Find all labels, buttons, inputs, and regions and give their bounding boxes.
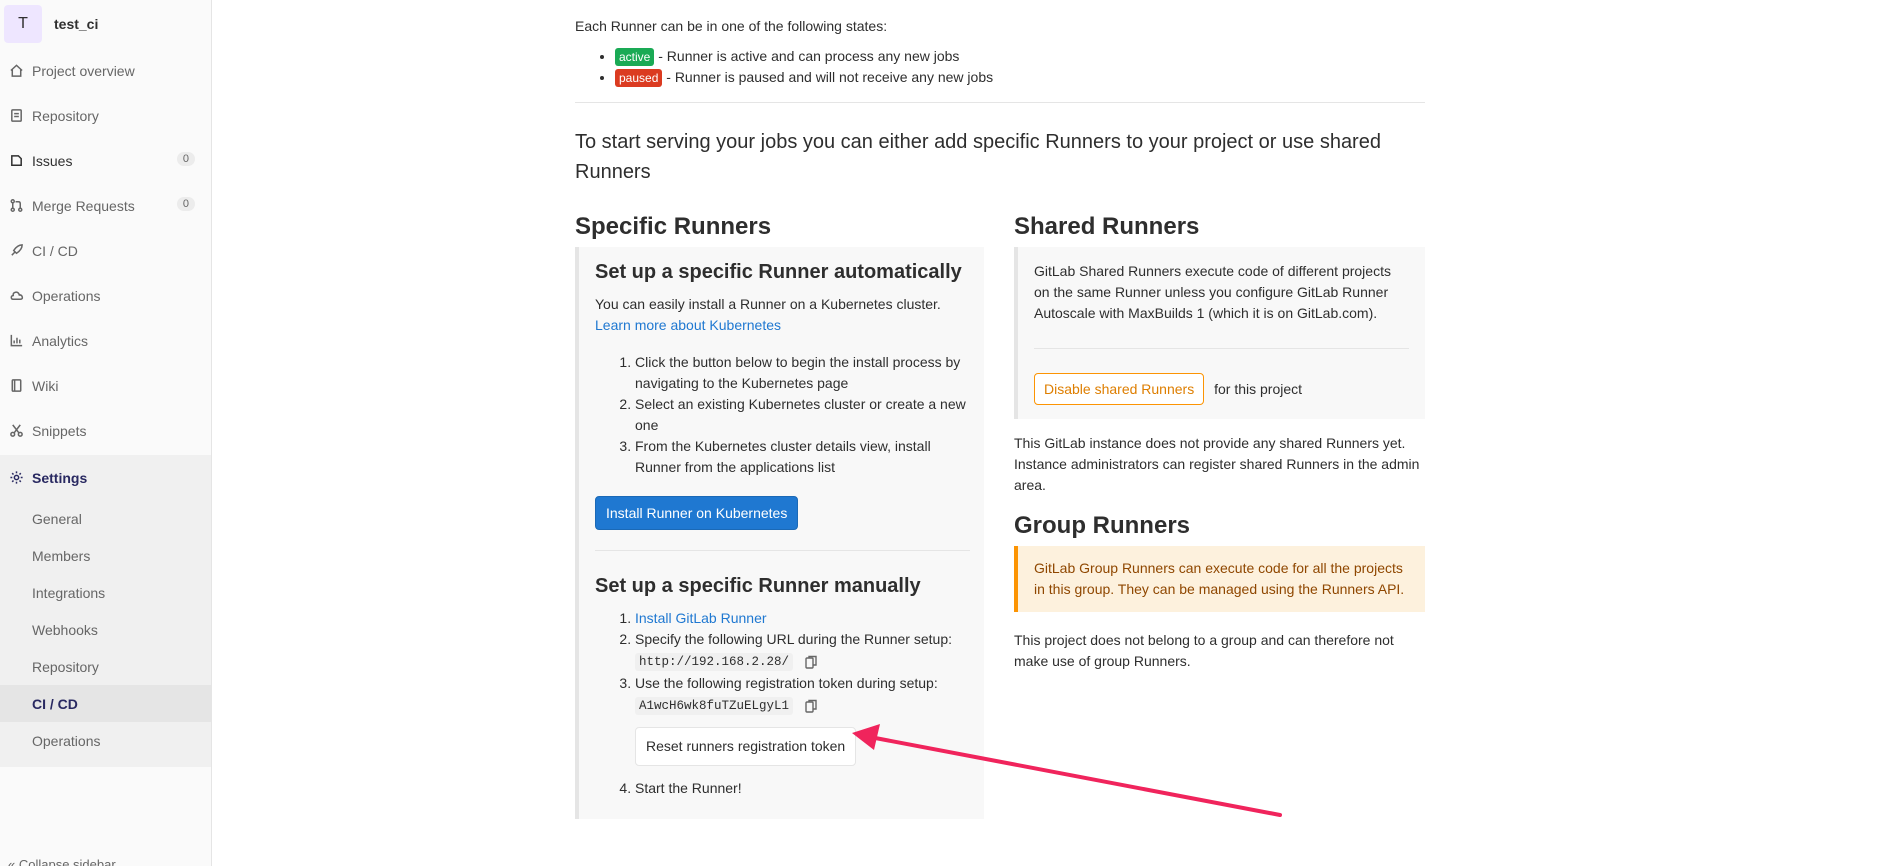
manual-step-4: Start the Runner!: [635, 778, 970, 799]
state-paused-text: - Runner is paused and will not receive …: [662, 69, 994, 85]
copy-icon[interactable]: [805, 654, 817, 669]
state-active-text: - Runner is active and can process any n…: [654, 48, 960, 64]
sidebar-item-repository[interactable]: Repository: [0, 93, 211, 138]
collapse-sidebar-button[interactable]: « Collapse sidebar: [8, 857, 116, 866]
manual-step-2: Specify the following URL during the Run…: [635, 629, 970, 673]
issues-icon: [8, 153, 24, 169]
runner-url: http://192.168.2.28/: [635, 653, 794, 671]
settings-sub-integrations[interactable]: Integrations: [0, 574, 211, 611]
auto-setup-heading: Set up a specific Runner automatically: [595, 261, 962, 283]
scissors-icon: [8, 423, 24, 439]
issues-count-badge: 0: [176, 152, 195, 166]
cloud-icon: [8, 288, 24, 304]
specific-runners-panel: Set up a specific Runner automatically Y…: [575, 247, 984, 819]
shared-runners-column: Shared Runners GitLab Shared Runners exe…: [1014, 213, 1425, 819]
sidebar-item-issues[interactable]: Issues 0: [0, 138, 211, 183]
merge-icon: [8, 198, 24, 214]
sidebar-item-label: Settings: [32, 469, 88, 486]
collapse-sidebar-label: Collapse sidebar: [18, 857, 116, 866]
active-pill: active: [615, 48, 655, 66]
doc-icon: [8, 108, 24, 124]
registration-token: A1wcH6wk8fuTZuELgyL1: [635, 697, 794, 715]
sidebar-item-label: Merge Requests: [32, 197, 135, 214]
manual-setup-heading: Set up a specific Runner manually: [595, 575, 921, 597]
group-runners-heading: Group Runners: [1014, 512, 1191, 539]
divider: [575, 102, 1425, 103]
runner-columns: Specific Runners Set up a specific Runne…: [575, 213, 1425, 819]
group-runners-note: This project does not belong to a group …: [1014, 632, 1394, 669]
sidebar-item-wiki[interactable]: Wiki: [0, 363, 211, 408]
sidebar-item-merge-requests[interactable]: Merge Requests 0: [0, 183, 211, 228]
settings-sub-general[interactable]: General: [0, 500, 211, 537]
book-icon: [8, 378, 24, 394]
install-gitlab-runner-link[interactable]: Install GitLab Runner: [635, 610, 767, 626]
sidebar-item-snippets[interactable]: Snippets: [0, 408, 211, 453]
chart-icon: [8, 333, 24, 349]
sidebar-item-label: Wiki: [32, 377, 59, 394]
sidebar-item-label: Project overview: [32, 62, 135, 79]
settings-sub-ci-cd[interactable]: CI / CD: [0, 685, 211, 722]
settings-sub-operations[interactable]: Operations: [0, 722, 211, 759]
divider: [1034, 348, 1409, 349]
settings-sub-members[interactable]: Members: [0, 537, 211, 574]
auto-step-2: Select an existing Kubernetes cluster or…: [635, 394, 970, 436]
state-active-item: active - Runner is active and can proces…: [615, 46, 1425, 67]
merge-requests-count-badge: 0: [176, 197, 195, 211]
sidebar-item-ci-cd[interactable]: CI / CD: [0, 228, 211, 273]
specific-runners-heading: Specific Runners: [575, 213, 772, 240]
manual-step-3: Use the following registration token dur…: [635, 673, 970, 778]
specific-runners-column: Specific Runners Set up a specific Runne…: [575, 213, 984, 819]
sidebar-item-label: Snippets: [32, 422, 87, 439]
lead-text: To start serving your jobs you can eithe…: [575, 131, 1381, 183]
auto-step-3: From the Kubernetes cluster details view…: [635, 436, 970, 478]
gear-icon: [8, 470, 24, 486]
states-intro: Each Runner can be in one of the followi…: [575, 18, 888, 34]
auto-steps: Click the button below to begin the inst…: [635, 352, 970, 478]
manual-step-1: Install GitLab Runner: [635, 608, 970, 629]
project-avatar[interactable]: T: [4, 5, 42, 43]
auto-setup-desc: You can easily install a Runner on a Kub…: [595, 296, 941, 312]
sidebar-item-label: Analytics: [32, 332, 89, 349]
paused-pill: paused: [615, 69, 663, 87]
learn-kubernetes-link[interactable]: Learn more about Kubernetes: [595, 317, 781, 333]
sidebar-item-analytics[interactable]: Analytics: [0, 318, 211, 363]
sidebar-item-label: Repository: [32, 107, 99, 124]
state-paused-item: paused - Runner is paused and will not r…: [615, 67, 1425, 88]
reset-token-button[interactable]: Reset runners registration token: [635, 727, 857, 766]
manual-step-2-text: Specify the following URL during the Run…: [635, 631, 952, 647]
group-runners-warning: GitLab Group Runners can execute code fo…: [1014, 546, 1425, 612]
auto-setup-text: You can easily install a Runner on a Kub…: [595, 294, 970, 336]
shared-runners-text: GitLab Shared Runners execute code of di…: [1034, 263, 1391, 321]
settings-sub-repository[interactable]: Repository: [0, 648, 211, 685]
for-project-text: for this project: [1214, 381, 1303, 397]
home-icon: [8, 63, 24, 79]
sidebar: T test_ci Project overview Repository Is…: [0, 0, 212, 866]
install-runner-kubernetes-button[interactable]: Install Runner on Kubernetes: [595, 496, 799, 530]
sidebar-item-settings[interactable]: Settings: [0, 455, 211, 500]
manual-steps: Install GitLab Runner Specify the follow…: [635, 608, 970, 799]
disable-shared-row: Disable shared Runners for this project: [1034, 373, 1409, 405]
project-name[interactable]: test_ci: [54, 16, 98, 32]
shared-runners-note: This GitLab instance does not provide an…: [1014, 435, 1420, 493]
rocket-icon: [8, 243, 24, 259]
manual-step-3-text: Use the following registration token dur…: [635, 675, 938, 691]
states-list: active - Runner is active and can proces…: [615, 46, 1425, 88]
copy-icon[interactable]: [805, 698, 817, 713]
main-content: Each Runner can be in one of the followi…: [575, 0, 1425, 819]
disable-shared-runners-button[interactable]: Disable shared Runners: [1034, 373, 1205, 405]
sidebar-item-operations[interactable]: Operations: [0, 273, 211, 318]
sidebar-item-label: CI / CD: [32, 242, 78, 259]
sidebar-item-project-overview[interactable]: Project overview: [0, 48, 211, 93]
settings-section: Settings General Members Integrations We…: [0, 455, 211, 767]
shared-runners-panel: GitLab Shared Runners execute code of di…: [1014, 247, 1425, 419]
sidebar-item-label: Issues: [32, 152, 73, 169]
shared-runners-heading: Shared Runners: [1014, 213, 1200, 240]
auto-step-1: Click the button below to begin the inst…: [635, 352, 970, 394]
settings-sub-webhooks[interactable]: Webhooks: [0, 611, 211, 648]
project-header[interactable]: T test_ci: [0, 0, 211, 48]
sidebar-item-label: Operations: [32, 287, 101, 304]
divider: [595, 550, 970, 551]
